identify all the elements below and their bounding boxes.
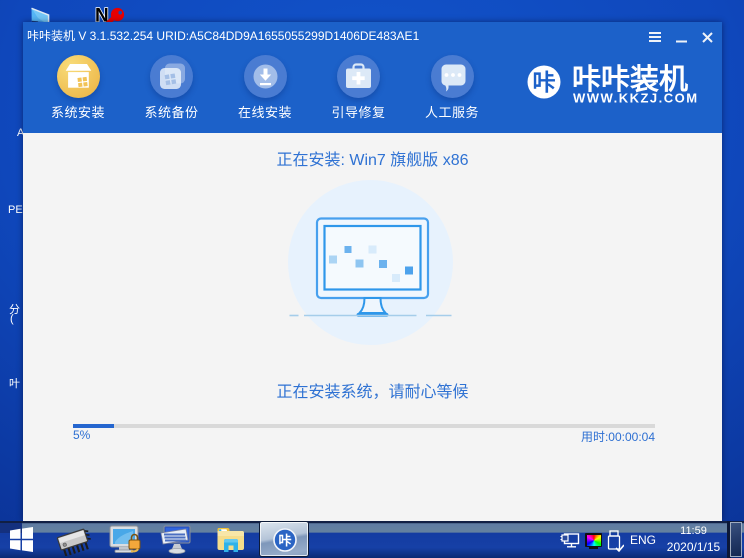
svg-text:咔: 咔 — [533, 69, 556, 95]
svg-text:WWW.KKZJ.COM: WWW.KKZJ.COM — [573, 91, 699, 106]
svg-text:咔: 咔 — [278, 533, 291, 548]
